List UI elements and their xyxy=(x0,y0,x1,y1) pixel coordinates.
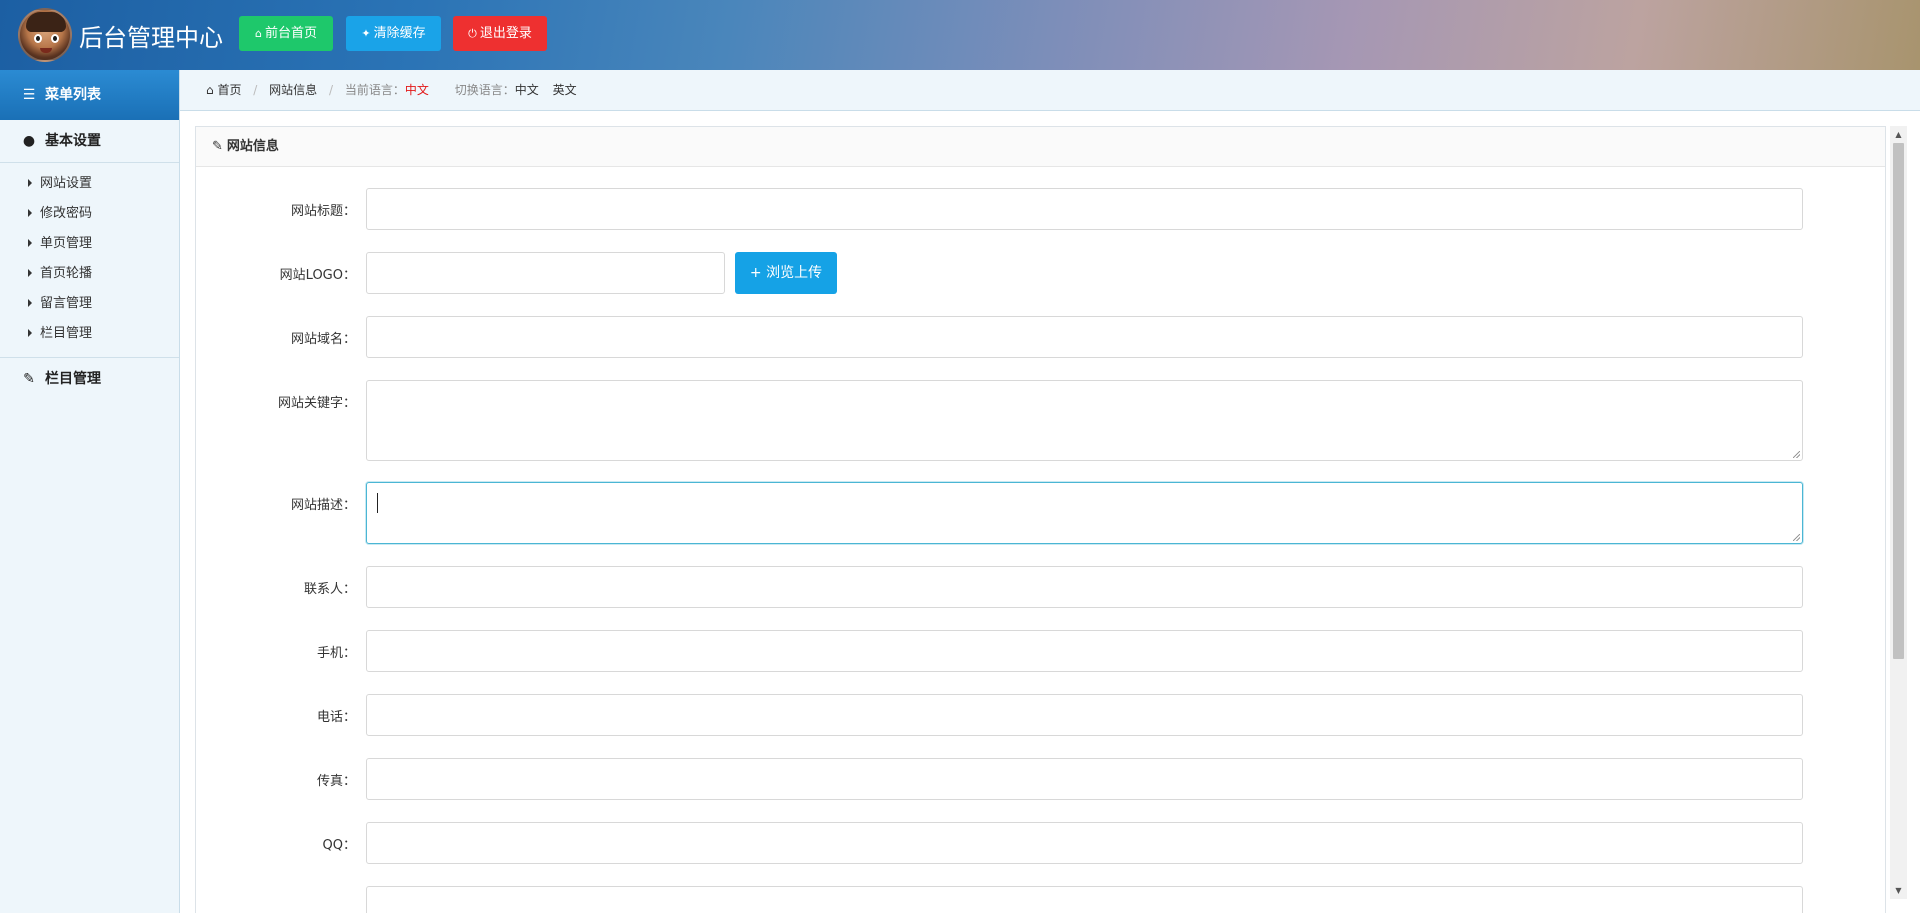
avatar-logo xyxy=(18,8,72,62)
sidebar-item-home-carousel[interactable]: 首页轮播 xyxy=(0,259,179,289)
caret-right-icon xyxy=(28,239,32,247)
sidebar-item-label: 留言管理 xyxy=(40,296,93,311)
field-label: 电话： xyxy=(316,710,356,725)
site-info-panel: ✎ 网站信息 网站标题： 网站LOGO： + 浏览上传 网站域名： 网站关键字： … xyxy=(195,126,1886,913)
caret-right-icon xyxy=(28,329,32,337)
sidebar-item-label: 网站设置 xyxy=(40,176,93,191)
caret-right-icon xyxy=(28,299,32,307)
power-icon: ⏻ xyxy=(468,27,477,40)
sidebar-item-change-password[interactable]: 修改密码 xyxy=(0,199,179,229)
home-icon: ⌂ xyxy=(255,27,262,40)
site-title-input[interactable] xyxy=(366,188,1803,230)
clear-cache-label: 清除缓存 xyxy=(373,26,426,41)
mobile-input[interactable] xyxy=(366,630,1803,672)
sidebar-group-label: 基本设置 xyxy=(45,133,101,149)
sidebar-item-label: 栏目管理 xyxy=(40,326,93,341)
site-title: 后台管理中心 xyxy=(79,24,223,52)
clear-cache-button[interactable]: ✦ 清除缓存 xyxy=(346,16,441,51)
current-language-value: 中文 xyxy=(404,83,429,97)
next-field-input[interactable] xyxy=(366,886,1803,913)
user-icon: ● xyxy=(22,133,36,149)
resize-handle-icon[interactable] xyxy=(1793,451,1800,458)
breadcrumb-separator: / xyxy=(253,83,258,97)
sidebar-item-label: 首页轮播 xyxy=(40,266,93,281)
wrench-icon: ✦ xyxy=(361,27,371,40)
current-language-label: 当前语言： xyxy=(344,83,405,97)
menu-list-header: ☰ 菜单列表 xyxy=(0,70,179,120)
sidebar-group-basic-settings[interactable]: ● 基本设置 xyxy=(0,120,179,163)
browse-upload-button[interactable]: + 浏览上传 xyxy=(735,252,837,294)
sidebar-item-label: 修改密码 xyxy=(40,206,93,221)
field-label: 网站描述： xyxy=(290,498,356,513)
frontend-home-button[interactable]: ⌂ 前台首页 xyxy=(239,16,333,51)
vertical-scrollbar[interactable]: ▲ ▼ xyxy=(1890,126,1907,899)
field-label: 联系人： xyxy=(303,582,356,597)
switch-language-label: 切换语言： xyxy=(454,83,515,97)
language-option-chinese[interactable]: 中文 xyxy=(515,83,539,97)
text-cursor xyxy=(377,493,378,513)
field-label: 传真： xyxy=(316,774,356,789)
site-keywords-textarea[interactable] xyxy=(366,380,1803,461)
language-option-english[interactable]: 英文 xyxy=(553,83,577,97)
contact-person-input[interactable] xyxy=(366,566,1803,608)
main-content: ✎ 网站信息 网站标题： 网站LOGO： + 浏览上传 网站域名： 网站关键字： … xyxy=(180,111,1920,913)
field-label: 网站标题： xyxy=(290,204,356,219)
scroll-down-icon[interactable]: ▼ xyxy=(1890,882,1907,899)
site-logo-input[interactable] xyxy=(366,252,725,294)
field-label: 网站关键字： xyxy=(277,396,356,411)
resize-handle-icon[interactable] xyxy=(1793,534,1800,541)
fax-input[interactable] xyxy=(366,758,1803,800)
panel-title: 网站信息 xyxy=(226,139,279,154)
sidebar-group-label: 栏目管理 xyxy=(45,371,101,387)
scroll-up-icon[interactable]: ▲ xyxy=(1890,126,1907,143)
scrollbar-thumb[interactable] xyxy=(1893,143,1904,659)
list-icon: ☰ xyxy=(22,87,36,103)
sidebar-item-single-page[interactable]: 单页管理 xyxy=(0,229,179,259)
caret-right-icon xyxy=(28,179,32,187)
sidebar: ☰ 菜单列表 ● 基本设置 网站设置 修改密码 单页管理 首页轮播 留言管理 栏目管… xyxy=(0,70,180,913)
caret-right-icon xyxy=(28,269,32,277)
site-domain-input[interactable] xyxy=(366,316,1803,358)
logout-label: 退出登录 xyxy=(479,26,532,41)
home-icon: ⌂ xyxy=(206,83,214,97)
site-description-textarea[interactable] xyxy=(366,482,1803,544)
caret-right-icon xyxy=(28,209,32,217)
edit-icon: ✎ xyxy=(23,371,35,387)
sidebar-item-label: 单页管理 xyxy=(40,236,93,251)
qq-input[interactable] xyxy=(366,822,1803,864)
field-label: QQ： xyxy=(322,838,356,853)
field-label: 网站域名： xyxy=(290,332,356,347)
breadcrumb-home[interactable]: 首页 xyxy=(217,83,241,97)
breadcrumb-separator: / xyxy=(329,83,334,97)
panel-header: ✎ 网站信息 xyxy=(196,127,1885,167)
breadcrumb: ⌂ 首页 / 网站信息 / 当前语言：中文 切换语言：中文 英文 xyxy=(180,70,1920,111)
frontend-home-label: 前台首页 xyxy=(264,26,317,41)
sidebar-item-site-settings[interactable]: 网站设置 xyxy=(0,169,179,199)
breadcrumb-current[interactable]: 网站信息 xyxy=(269,83,317,97)
top-header: 后台管理中心 ⌂ 前台首页 ✦ 清除缓存 ⏻ 退出登录 xyxy=(0,0,1920,70)
edit-icon: ✎ xyxy=(212,139,223,154)
field-label: 网站LOGO： xyxy=(279,268,356,283)
phone-input[interactable] xyxy=(366,694,1803,736)
sidebar-item-messages[interactable]: 留言管理 xyxy=(0,289,179,319)
sidebar-group-column-management[interactable]: ✎ 栏目管理 xyxy=(0,358,179,401)
logout-button[interactable]: ⏻ 退出登录 xyxy=(453,16,547,51)
menu-list-title: 菜单列表 xyxy=(45,87,101,103)
field-label: 手机： xyxy=(316,646,356,661)
sidebar-submenu: 网站设置 修改密码 单页管理 首页轮播 留言管理 栏目管理 xyxy=(0,163,179,358)
sidebar-item-columns[interactable]: 栏目管理 xyxy=(0,319,179,349)
